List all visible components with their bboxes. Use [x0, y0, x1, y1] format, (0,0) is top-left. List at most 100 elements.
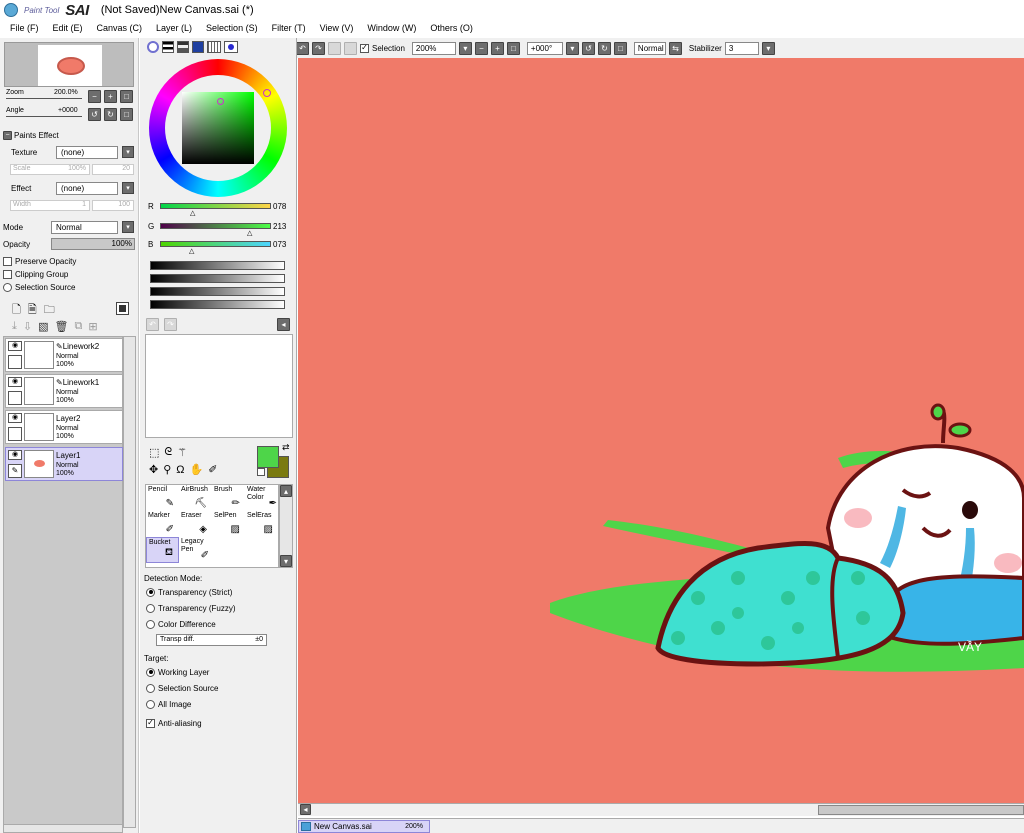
rotate-reset-icon[interactable]: □ — [613, 41, 627, 55]
nav-rotate-right-icon[interactable]: ↻ — [104, 108, 117, 121]
target-selection-source-radio[interactable] — [146, 683, 155, 693]
rect-select-icon[interactable]: ⬚ — [149, 446, 159, 459]
canvas-tab[interactable]: New Canvas.sai 200% — [298, 820, 430, 833]
flip-icon[interactable]: ⇆ — [668, 41, 682, 55]
target-all-image-radio[interactable] — [146, 699, 155, 709]
magic-wand-icon[interactable]: ⚚ — [177, 446, 187, 459]
color-wheel-tab-icon[interactable] — [147, 41, 159, 53]
rotate-left-icon[interactable]: ↺ — [581, 41, 595, 55]
zoom-slider[interactable] — [6, 98, 82, 99]
eyedropper-icon[interactable]: ✐ — [208, 463, 217, 476]
angle-dropdown-icon[interactable]: ▾ — [565, 41, 579, 55]
tool-scroll-up-icon[interactable]: ▴ — [280, 485, 292, 497]
rgb-slider-tab-icon[interactable] — [162, 41, 174, 53]
layer-mask-icon[interactable] — [116, 302, 129, 315]
detect-fuzzy-option[interactable]: Transparency (Fuzzy) — [146, 600, 236, 616]
tool-pencil[interactable]: Pencil ✎ — [146, 485, 179, 511]
undo-icon[interactable]: ↶ — [296, 41, 309, 55]
invert-selection-icon[interactable] — [344, 41, 357, 55]
angle-field[interactable]: +000° — [526, 41, 563, 55]
detect-fuzzy-radio[interactable] — [146, 603, 155, 613]
rotate-right-icon[interactable]: ↻ — [597, 41, 611, 55]
tool-selpen[interactable]: SelPen ▨ — [212, 511, 245, 537]
layer-row-selected[interactable]: ◉ ✎ Layer1 Normal 100% — [5, 447, 123, 481]
stabilizer-dropdown-icon[interactable]: ▾ — [761, 41, 775, 55]
menu-window[interactable]: Window (W) — [367, 23, 416, 33]
tool-airbrush[interactable]: AirBrush ⛏ — [179, 485, 212, 511]
visibility-eye-icon[interactable]: ◉ — [8, 341, 22, 351]
canvas-scroll-thumb[interactable] — [818, 805, 1024, 815]
menu-file[interactable]: File (F) — [10, 23, 39, 33]
zoom-out-icon[interactable]: − — [474, 41, 488, 55]
delete-layer-icon[interactable]: 🗑 — [55, 320, 69, 333]
target-selection-source-option[interactable]: Selection Source — [146, 680, 218, 696]
layer-lock-icon[interactable] — [8, 355, 22, 369]
layer-row[interactable]: ◉ Layer2 Normal 100% — [5, 410, 123, 444]
detect-color-diff-radio[interactable] — [146, 619, 155, 629]
g-slider[interactable] — [160, 223, 271, 229]
r-slider-thumb-icon[interactable]: △ — [190, 209, 195, 217]
edit-pen-icon[interactable]: ✎ — [8, 464, 22, 478]
preserve-opacity-checkbox[interactable] — [3, 256, 12, 266]
tool-brush[interactable]: Brush ✏ — [212, 485, 245, 511]
zoom-field[interactable]: 200% — [411, 41, 456, 55]
merge-visible-icon[interactable]: ⊞ — [88, 320, 97, 333]
scratch-redo-icon[interactable]: ↷ — [164, 318, 177, 331]
menu-others[interactable]: Others (O) — [430, 23, 473, 33]
tool-eraser[interactable]: Eraser ◈ — [179, 511, 212, 537]
target-all-image-option[interactable]: All Image — [146, 696, 191, 712]
detect-strict-option[interactable]: Transparency (Strict) — [146, 584, 232, 600]
b-slider-thumb-icon[interactable]: △ — [189, 247, 194, 255]
tool-bucket[interactable]: Bucket ⛾ — [146, 537, 179, 563]
blend-mode-dropdown-icon[interactable]: ▾ — [122, 221, 134, 233]
tool-watercolor[interactable]: Water Color ✒ — [245, 485, 278, 511]
duplicate-layer-icon[interactable]: ⧉ — [74, 320, 82, 333]
g-value[interactable]: 213 — [273, 222, 286, 231]
move-icon[interactable]: ✥ — [149, 463, 158, 476]
view-mode-field[interactable]: Normal — [633, 41, 666, 55]
selection-source-option[interactable]: Selection Source — [3, 279, 75, 295]
scroll-left-icon[interactable]: ◂ — [300, 804, 311, 815]
new-folder-icon[interactable]: 🗀 — [44, 301, 55, 320]
new-linework-layer-icon[interactable]: 🗎 — [28, 301, 37, 320]
effect-dropdown-icon[interactable]: ▾ — [122, 182, 134, 194]
target-working-layer-radio[interactable] — [146, 667, 155, 677]
scratchpad-tab-icon[interactable] — [224, 41, 238, 53]
canvas-horizontal-scrollbar[interactable]: ◂ — [298, 803, 1024, 816]
b-value[interactable]: 073 — [273, 240, 286, 249]
clear-layer-icon[interactable]: ▧ — [38, 320, 48, 333]
paints-effect-header[interactable]: − Paints Effect — [3, 131, 59, 140]
tool-grid-scrollbar[interactable]: ▴ ▾ — [279, 484, 293, 568]
layer-row[interactable]: ◉ ✎Linework2 Normal 100% — [5, 338, 123, 372]
r-slider[interactable] — [160, 203, 271, 209]
deselect-icon[interactable] — [328, 41, 341, 55]
visibility-eye-icon[interactable]: ◉ — [8, 377, 22, 387]
clipping-group-checkbox[interactable] — [3, 269, 12, 279]
tool-seleras[interactable]: SelEras ▨ — [245, 511, 278, 537]
menu-canvas[interactable]: Canvas (C) — [97, 23, 143, 33]
width-slider[interactable]: Width 1 — [10, 200, 90, 211]
scale-slider[interactable]: Scale 100% — [10, 164, 90, 175]
menu-view[interactable]: View (V) — [320, 23, 354, 33]
navigator-preview[interactable] — [4, 42, 134, 87]
texture-dropdown-icon[interactable]: ▾ — [122, 146, 134, 158]
stabilizer-field[interactable]: 3 — [724, 41, 759, 55]
left-horizontal-scrollbar[interactable] — [3, 824, 123, 833]
layer-list-scrollbar[interactable] — [123, 336, 136, 828]
width-number[interactable]: 100 — [92, 200, 134, 211]
effect-select[interactable]: (none) — [56, 182, 118, 195]
layer-lock-icon[interactable] — [8, 391, 22, 405]
hsv-slider-tab-icon[interactable] — [177, 41, 189, 53]
lasso-icon[interactable]: ᘓ — [164, 446, 172, 459]
zoom-dropdown-icon[interactable]: ▾ — [458, 41, 472, 55]
opacity-slider[interactable]: 100% — [51, 238, 135, 250]
redo-icon[interactable]: ↷ — [312, 41, 325, 55]
anti-aliasing-option[interactable]: ✓ Anti-aliasing — [146, 715, 202, 731]
selection-source-radio[interactable] — [3, 282, 12, 292]
target-working-layer-option[interactable]: Working Layer — [146, 664, 209, 680]
menu-filter[interactable]: Filter (T) — [272, 23, 306, 33]
swap-colors-icon[interactable]: ⇄ — [282, 442, 290, 453]
scratchpad-area[interactable] — [145, 334, 293, 438]
merge-down-icon[interactable]: ⇩ — [23, 320, 32, 333]
color-mixer-tab-icon[interactable] — [192, 41, 204, 53]
